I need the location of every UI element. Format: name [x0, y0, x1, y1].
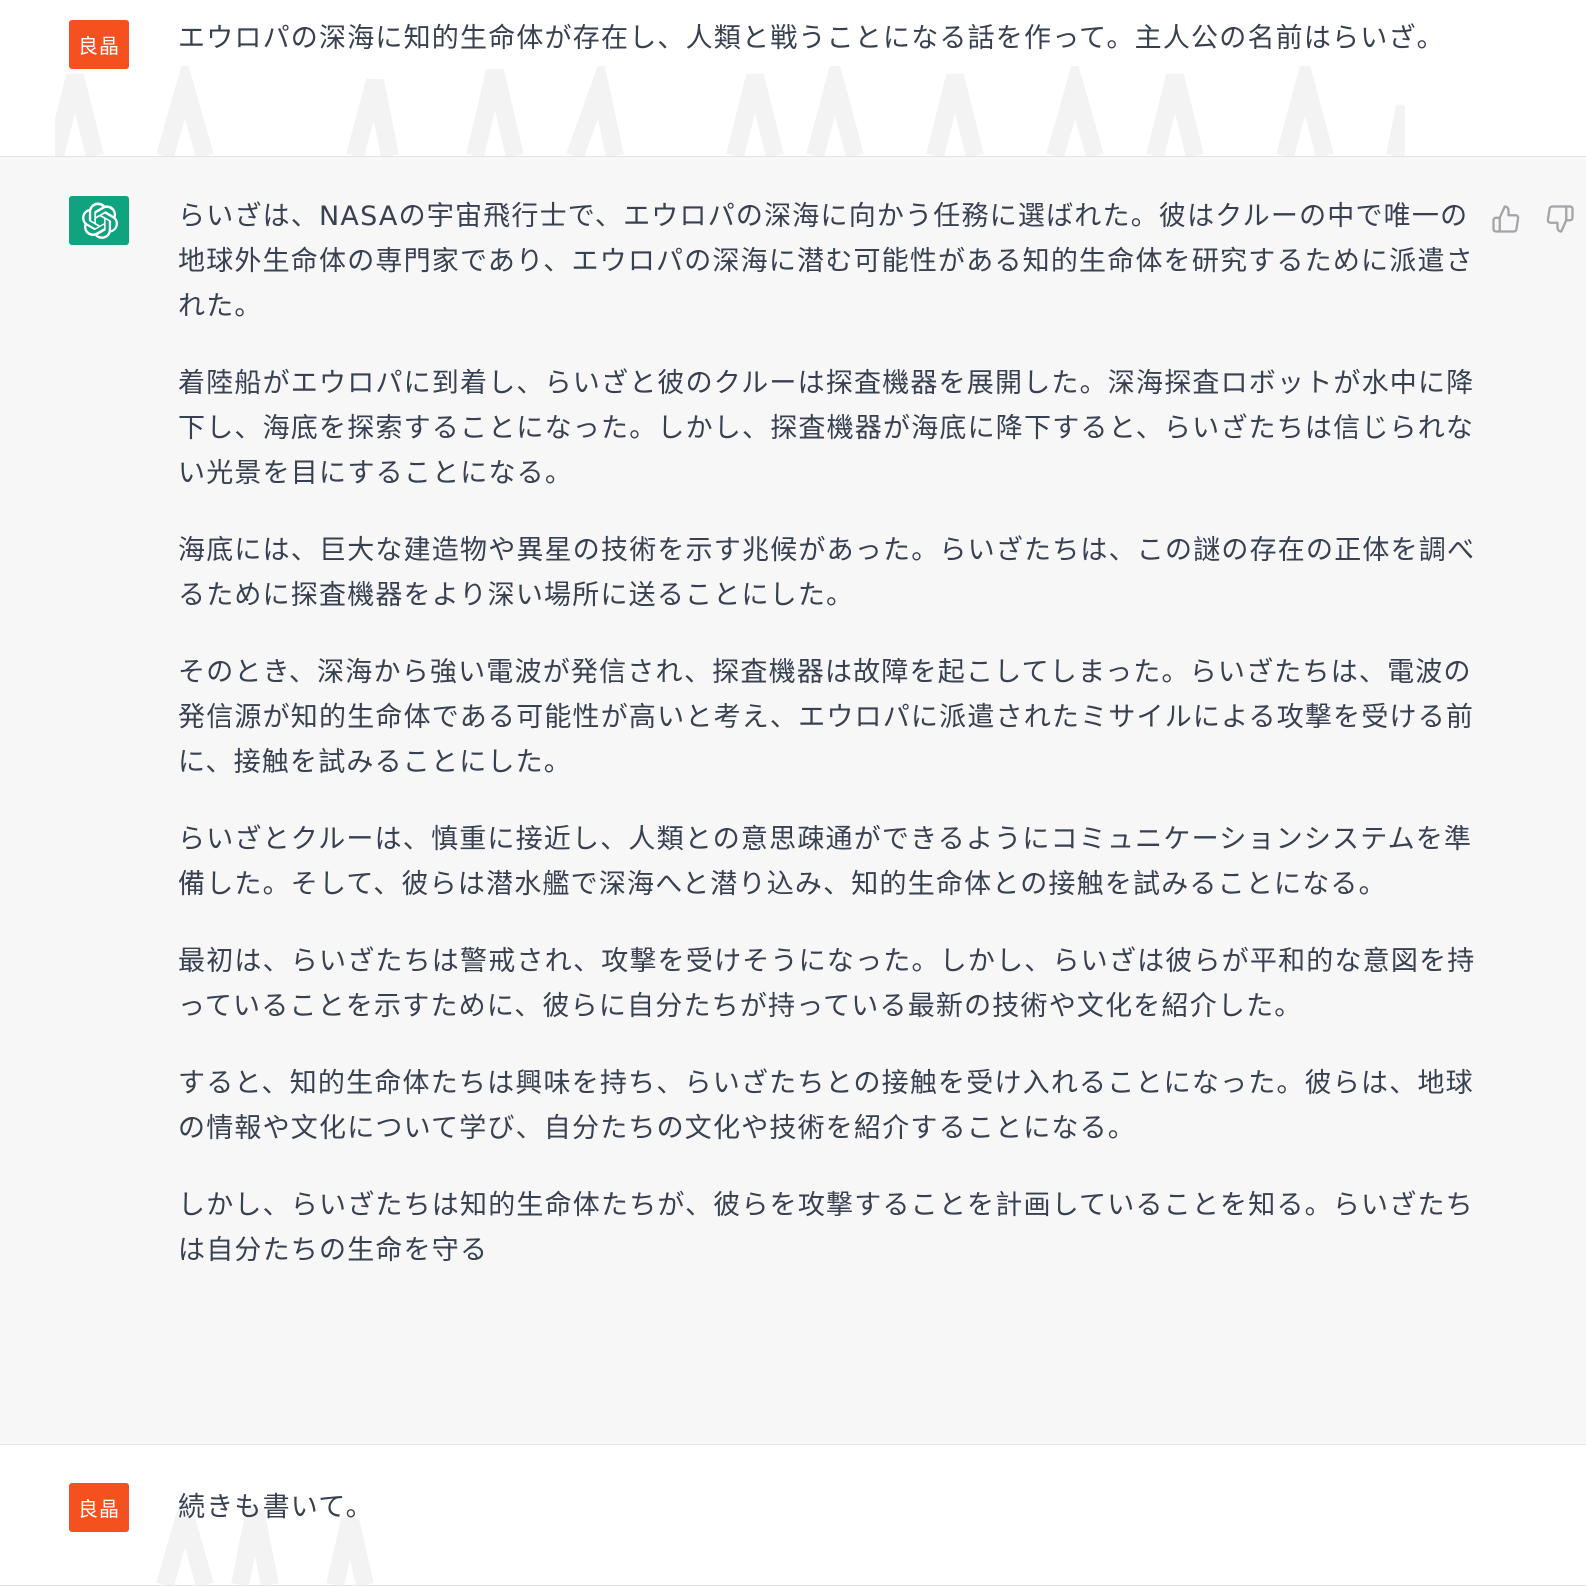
assistant-paragraph: 海底には、巨大な建造物や異星の技術を示す兆候があった。らいざたちは、この謎の存在… — [178, 535, 1476, 611]
assistant-paragraph: らいざとクルーは、慎重に接近し、人類との意思疎通ができるようにコミュニケーション… — [178, 824, 1473, 900]
thumbs-down-icon — [1546, 205, 1574, 233]
message-feedback-actions — [1488, 201, 1578, 237]
user-avatar: 良晶 — [69, 1483, 129, 1532]
thumbs-up-button[interactable] — [1488, 201, 1524, 237]
assistant-paragraph: すると、知的生命体たちは興味を持ち、らいざたちとの接触を受け入れることになった。… — [178, 1068, 1474, 1144]
assistant-paragraph: 最初は、らいざたちは警戒され、攻撃を受けそうになった。しかし、らいざは彼らが平和… — [178, 946, 1476, 1022]
thumbs-down-button[interactable] — [1542, 201, 1578, 237]
assistant-message-text: らいざは、NASAの宇宙飛行士で、エウロパの深海に向かう任務に選ばれた。彼はクル… — [178, 194, 1478, 1273]
user-avatar: 良晶 — [69, 20, 129, 69]
user-message-text: エウロパの深海に知的生命体が存在し、人類と戦うことになる話を作って。主人公の名前… — [178, 23, 1445, 54]
watermark-decoration — [55, 66, 1405, 156]
assistant-paragraph: しかし、らいざたちは知的生命体たちが、彼らを攻撃することを計画していることを知る… — [178, 1190, 1474, 1266]
assistant-paragraph: 着陸船がエウロパに到着し、らいざと彼のクルーは探査機器を展開した。深海探査ロボッ… — [178, 368, 1475, 489]
user-message-text: 続きも書いて。 — [178, 1492, 374, 1523]
assistant-paragraph: らいざは、NASAの宇宙飛行士で、エウロパの深海に向かう任務に選ばれた。彼はクル… — [178, 201, 1474, 322]
conversation-thread: 良晶 エウロパの深海に知的生命体が存在し、人類と戦うことになる話を作って。主人公… — [0, 0, 1586, 1586]
assistant-avatar — [69, 196, 129, 245]
thumbs-up-icon — [1492, 205, 1520, 233]
user-message-turn: 良晶 エウロパの深海に知的生命体が存在し、人類と戦うことになる話を作って。主人公… — [0, 0, 1586, 157]
openai-logo-icon — [82, 202, 118, 239]
assistant-paragraph: そのとき、深海から強い電波が発信され、探査機器は故障を起こしてしまった。らいざた… — [178, 657, 1475, 778]
user-message-turn: 良晶 続きも書いて。 — [0, 1445, 1586, 1586]
assistant-message-turn: らいざは、NASAの宇宙飛行士で、エウロパの深海に向かう任務に選ばれた。彼はクル… — [0, 157, 1586, 1445]
